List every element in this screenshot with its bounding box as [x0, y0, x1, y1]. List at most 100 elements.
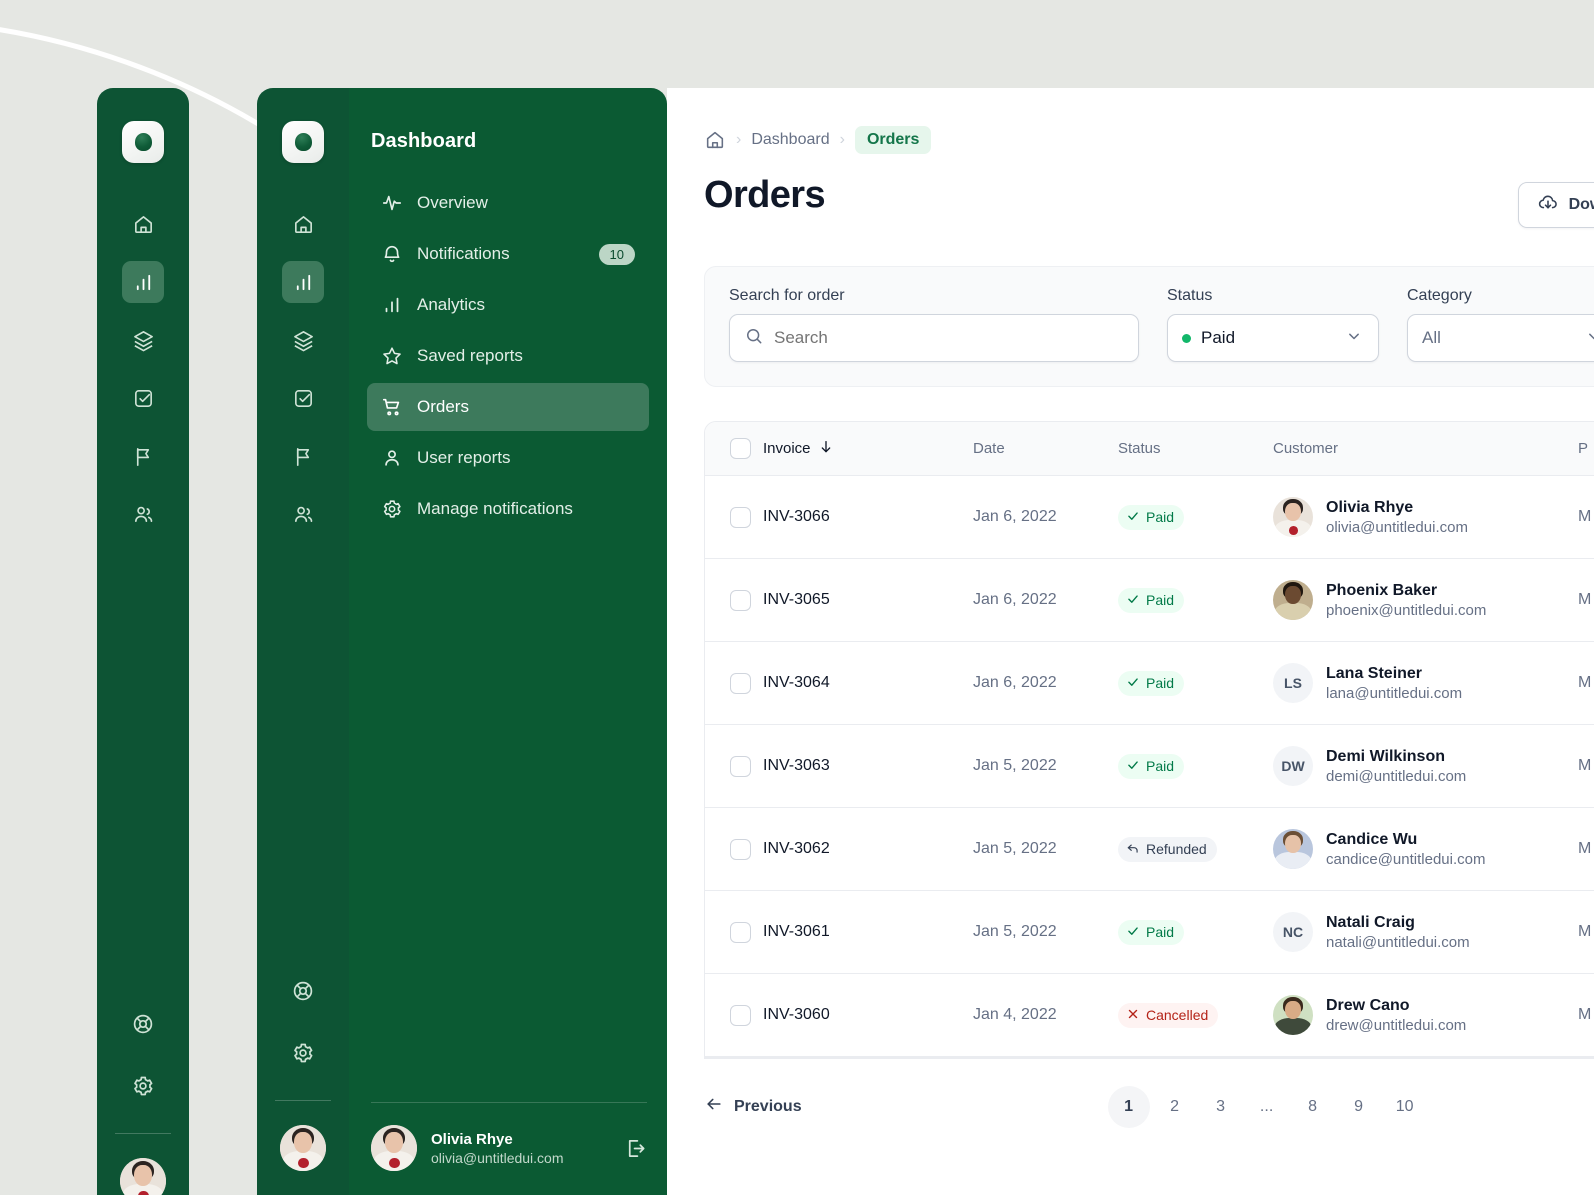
rail-item-analytics[interactable] [122, 261, 164, 303]
page-button[interactable]: 10 [1384, 1086, 1426, 1128]
breadcrumb-dashboard[interactable]: Dashboard [751, 131, 829, 149]
table-body: INV-3066 Jan 6, 2022 Paid Olivia Rhye olivia… [705, 476, 1594, 1057]
rail-avatar[interactable] [280, 1125, 326, 1171]
status-badge: Cancelled [1118, 1002, 1219, 1028]
table-row[interactable]: INV-3066 Jan 6, 2022 Paid Olivia Rhye olivia… [705, 476, 1594, 559]
category-select[interactable]: All [1407, 314, 1594, 362]
rail-item-flags[interactable] [122, 435, 164, 477]
search-input[interactable] [774, 328, 1124, 348]
rail-avatar[interactable] [120, 1158, 166, 1195]
rail-item-home[interactable] [282, 203, 324, 245]
rail-item-home[interactable] [122, 203, 164, 245]
status-badge: Paid [1118, 587, 1185, 613]
row-select-cell[interactable] [705, 755, 763, 777]
status-badge-label: Refunded [1146, 841, 1207, 857]
table-row[interactable]: INV-3064 Jan 6, 2022 Paid LS Lana Steiner lan… [705, 642, 1594, 725]
cell-invoice: INV-3065 [763, 591, 830, 608]
cell-invoice: INV-3061 [763, 923, 830, 940]
arrow-left-icon [704, 1094, 724, 1119]
row-checkbox[interactable] [730, 921, 751, 943]
home-icon[interactable] [704, 129, 726, 151]
cell-date: Jan 6, 2022 [973, 674, 1057, 691]
rail-item-layers[interactable] [122, 319, 164, 361]
row-select-cell[interactable] [705, 589, 763, 611]
customer-name: Candice Wu [1326, 830, 1418, 848]
rail-item-layers[interactable] [282, 319, 324, 361]
rail-item-tasks[interactable] [282, 377, 324, 419]
table-row[interactable]: INV-3060 Jan 4, 2022 Cancelled Drew Cano dre… [705, 974, 1594, 1057]
sidebar-item-notifications[interactable]: Notifications 10 [367, 230, 649, 278]
sidebar-item-label: Notifications [417, 244, 510, 263]
rail-item-support[interactable] [282, 970, 324, 1012]
column-invoice[interactable]: Invoice [763, 439, 973, 459]
sidebar-profile[interactable]: Olivia Rhye olivia@untitledui.com [371, 1125, 647, 1171]
row-select-cell[interactable] [705, 672, 763, 694]
row-checkbox[interactable] [730, 506, 751, 528]
previous-button[interactable]: Previous [704, 1094, 802, 1119]
row-checkbox[interactable] [730, 838, 751, 860]
download-button[interactable]: Download [1517, 182, 1594, 228]
select-all-checkbox[interactable] [730, 438, 751, 459]
table-row[interactable]: INV-3061 Jan 5, 2022 Paid NC Natali Craig nat… [705, 891, 1594, 974]
row-checkbox[interactable] [730, 672, 751, 694]
row-select-cell[interactable] [705, 838, 763, 860]
row-checkbox[interactable] [730, 589, 751, 611]
status-badge: Paid [1118, 670, 1185, 696]
gear-icon [134, 1076, 153, 1096]
row-select-cell[interactable] [705, 921, 763, 943]
table-row[interactable]: INV-3065 Jan 6, 2022 Paid Phoenix Baker phoe… [705, 559, 1594, 642]
rail-item-flags[interactable] [282, 435, 324, 477]
column-status[interactable]: Status [1118, 440, 1273, 457]
logout-icon[interactable] [623, 1136, 647, 1160]
column-product[interactable]: P [1578, 440, 1594, 457]
app-logo[interactable] [122, 121, 164, 163]
page-button[interactable]: 2 [1154, 1086, 1196, 1128]
row-select-cell[interactable] [705, 506, 763, 528]
row-checkbox[interactable] [730, 755, 751, 777]
table-row[interactable]: INV-3063 Jan 5, 2022 Paid DW Demi Wilkinson d… [705, 725, 1594, 808]
app-logo-secondary[interactable] [282, 121, 324, 163]
column-date[interactable]: Date [973, 440, 1118, 457]
layers-icon [293, 330, 313, 351]
profile-name: Olivia Rhye [431, 1130, 513, 1148]
page-title: Orders [704, 174, 826, 216]
rail-item-settings[interactable] [122, 1065, 164, 1107]
sidebar-item-analytics[interactable]: Analytics [367, 281, 649, 329]
rail-item-analytics[interactable] [282, 261, 324, 303]
status-dot-icon [1182, 333, 1191, 343]
customer-name: Lana Steiner [1326, 664, 1423, 682]
cell-date: Jan 5, 2022 [973, 923, 1057, 940]
page-button[interactable]: 8 [1292, 1086, 1334, 1128]
status-badge: Paid [1118, 919, 1185, 945]
page-button[interactable]: 1 [1107, 1085, 1150, 1128]
sidebar-item-user-reports[interactable]: User reports [367, 434, 649, 482]
breadcrumb-current[interactable]: Orders [854, 126, 932, 154]
row-select-cell[interactable] [705, 1004, 763, 1026]
status-select[interactable]: Paid [1167, 314, 1379, 362]
rail-item-users[interactable] [122, 493, 164, 535]
page-button[interactable]: 3 [1200, 1086, 1242, 1128]
rail-item-settings[interactable] [282, 1032, 324, 1074]
sidebar-footer-divider [371, 1102, 647, 1103]
user-icon [381, 447, 403, 469]
row-checkbox[interactable] [730, 1004, 751, 1026]
sidebar-item-saved-reports[interactable]: Saved reports [367, 332, 649, 380]
sidebar-item-orders[interactable]: Orders [367, 383, 649, 431]
select-all-cell[interactable] [705, 438, 763, 459]
lifebuoy-icon [133, 1014, 153, 1034]
table-row[interactable]: INV-3062 Jan 5, 2022 Refunded Candice Wu can… [705, 808, 1594, 891]
flag-icon [136, 447, 149, 466]
rail-item-tasks[interactable] [122, 377, 164, 419]
column-customer[interactable]: Customer [1273, 440, 1578, 457]
cell-invoice: INV-3062 [763, 840, 830, 857]
page-button[interactable]: 9 [1338, 1086, 1380, 1128]
customer-name: Natali Craig [1326, 913, 1415, 931]
sidebar-item-manage-notifications[interactable]: Manage notifications [367, 485, 649, 533]
status-badge-label: Paid [1146, 675, 1175, 691]
rail-divider [115, 1133, 171, 1134]
rail-item-users[interactable] [282, 493, 324, 535]
sidebar-item-overview[interactable]: Overview [367, 179, 649, 227]
rail-item-support[interactable] [122, 1003, 164, 1045]
sidebar: Dashboard Overview Notifications 10 Anal… [257, 88, 667, 1195]
search-field[interactable] [729, 314, 1139, 362]
